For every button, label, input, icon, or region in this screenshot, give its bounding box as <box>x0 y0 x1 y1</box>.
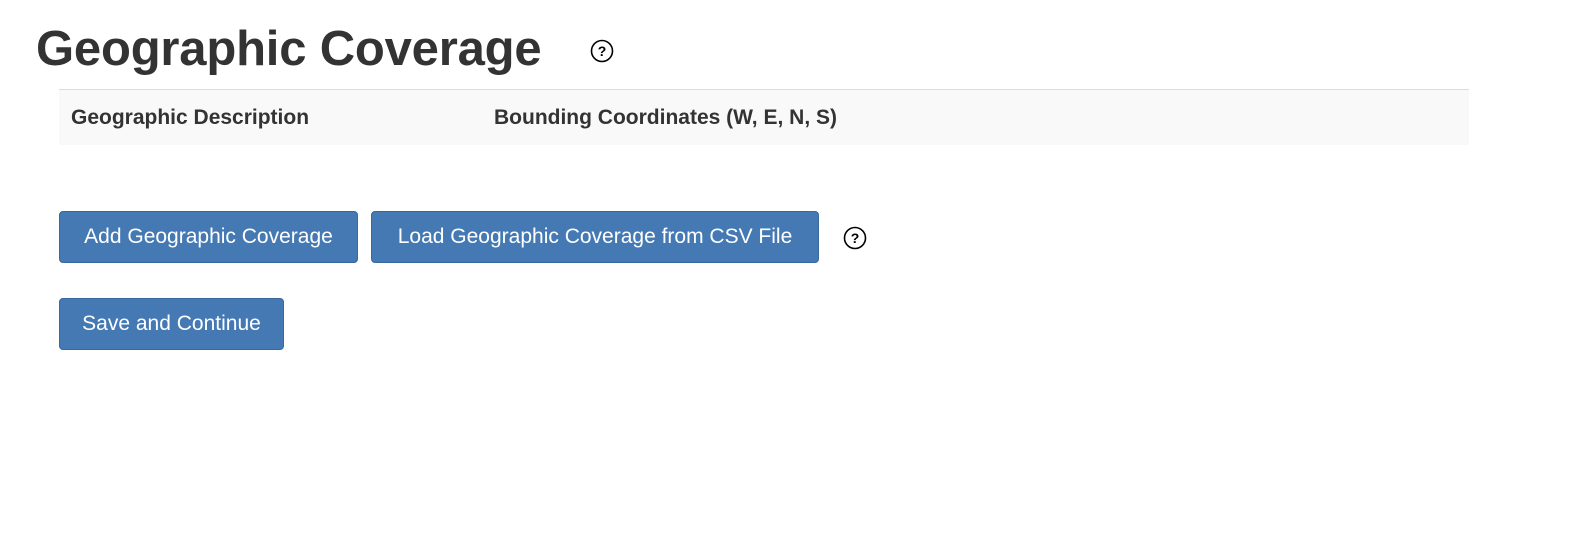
page-title: Geographic Coverage <box>36 22 542 76</box>
load-geographic-coverage-csv-button[interactable]: Load Geographic Coverage from CSV File <box>371 211 819 263</box>
add-geographic-coverage-button[interactable]: Add Geographic Coverage <box>59 211 358 263</box>
table-header-row: Geographic Description Bounding Coordina… <box>59 89 1469 145</box>
svg-text:?: ? <box>598 43 607 59</box>
geographic-coverage-table: Geographic Description Bounding Coordina… <box>59 89 1469 145</box>
save-and-continue-button[interactable]: Save and Continue <box>59 298 284 350</box>
column-header-bounding-coordinates: Bounding Coordinates (W, E, N, S) <box>494 105 837 129</box>
help-question-icon[interactable]: ? <box>843 226 867 250</box>
svg-text:?: ? <box>851 230 860 246</box>
page-header: Geographic Coverage ? <box>36 18 614 80</box>
column-header-geographic-description: Geographic Description <box>71 105 310 129</box>
help-question-icon[interactable]: ? <box>590 39 614 63</box>
